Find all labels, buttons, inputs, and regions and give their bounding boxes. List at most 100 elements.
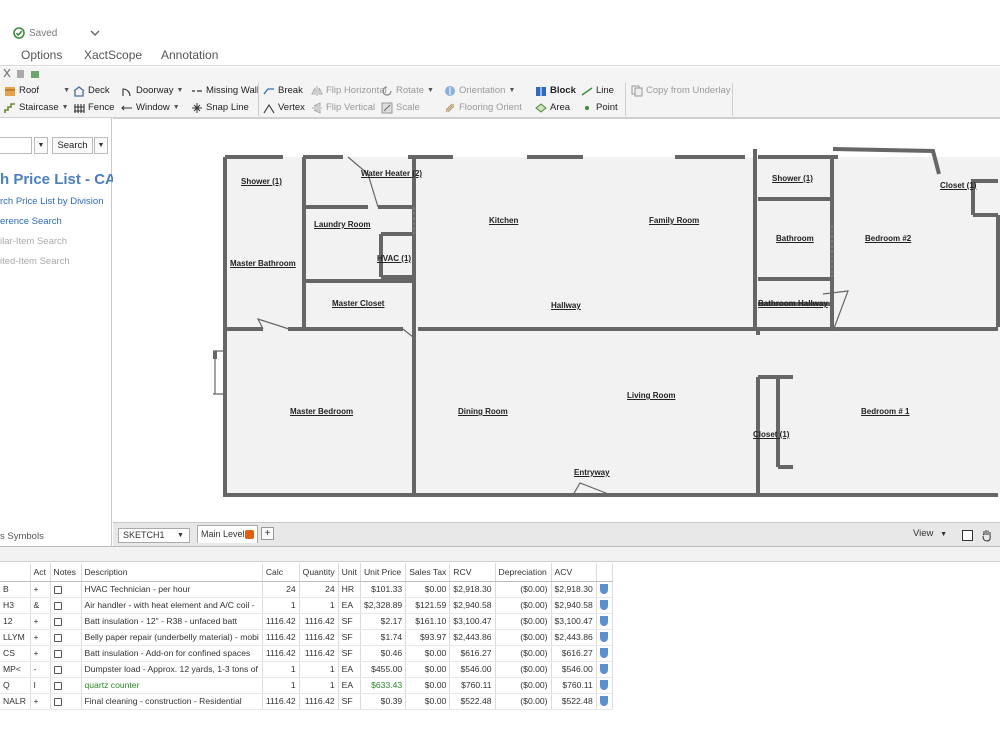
table-cell[interactable]: $760.11	[449, 677, 496, 694]
room-label-water-heater[interactable]: Water Heater (2)	[361, 169, 422, 178]
table-cell[interactable]: +	[30, 645, 51, 662]
table-cell[interactable]: 1116.42	[262, 613, 300, 630]
menu-tab-annotation[interactable]: Annotation	[161, 48, 218, 62]
table-cell[interactable]: $2.17	[360, 613, 407, 630]
table-cell[interactable]: 24	[299, 581, 339, 598]
table-cell[interactable]: $3,100.47	[449, 613, 496, 630]
col-header-description[interactable]: Description	[81, 563, 263, 582]
reference-search-link[interactable]: erence Search	[0, 216, 62, 227]
acv-cell-icon[interactable]	[596, 661, 613, 678]
table-cell[interactable]: $760.11	[551, 677, 597, 694]
notes-cell[interactable]	[50, 677, 82, 694]
table-cell[interactable]: ($0.00)	[495, 645, 552, 662]
table-row[interactable]: Q Iquartz counter 1 1 EA $633.43 $0.00 $760.11(…	[0, 677, 613, 694]
level-tab-main[interactable]: Main Level	[197, 525, 258, 543]
table-cell[interactable]: ($0.00)	[495, 581, 552, 598]
room-label-bathroom[interactable]: Bathroom	[776, 234, 814, 243]
table-cell[interactable]: 1116.42	[262, 645, 300, 662]
table-cell[interactable]: ($0.00)	[495, 613, 552, 630]
room-label-bathroom-hallway[interactable]: Bathroom Hallway	[758, 299, 828, 308]
table-cell[interactable]: CS	[0, 645, 31, 662]
col-header-unit-price[interactable]: Unit Price	[360, 563, 407, 582]
table-cell[interactable]: Batt insulation - Add-on for confined sp…	[81, 645, 263, 662]
rotate-button[interactable]: Rotate ▼	[381, 83, 434, 98]
table-cell[interactable]: $0.00	[405, 677, 451, 694]
col-header-quantity[interactable]: Quantity	[299, 563, 339, 582]
search-options-dropdown[interactable]: ▼	[94, 137, 108, 154]
menu-tab-xactscope[interactable]: XactScope	[84, 48, 142, 62]
table-cell[interactable]: $93.97	[405, 629, 451, 646]
fit-view-icon[interactable]	[962, 530, 973, 541]
table-cell[interactable]: $633.43	[360, 677, 407, 694]
room-label-family[interactable]: Family Room	[649, 216, 699, 225]
table-row[interactable]: H3 & Air handler - with heat element and A…	[0, 597, 613, 614]
notes-icon[interactable]	[53, 665, 62, 674]
quick-access-icons[interactable]	[3, 68, 43, 79]
acv-cell-icon[interactable]	[596, 613, 613, 630]
table-cell[interactable]: SF	[338, 629, 361, 646]
line-button[interactable]: Line	[581, 83, 614, 98]
table-cell[interactable]: Dumpster load - Approx. 12 yards, 1-3 to…	[81, 661, 263, 678]
room-label-entryway[interactable]: Entryway	[574, 468, 610, 477]
table-cell[interactable]: ($0.00)	[495, 597, 552, 614]
table-cell[interactable]: HR	[338, 581, 361, 598]
table-row[interactable]: LLYM + Belly paper repair (underbelly mate…	[0, 629, 613, 646]
col-header-calc[interactable]: Calc	[262, 563, 300, 582]
table-cell[interactable]: $0.39	[360, 693, 407, 710]
table-cell[interactable]: ($0.00)	[495, 661, 552, 678]
table-cell[interactable]: $0.00	[405, 645, 451, 662]
table-cell[interactable]: quartz counter	[81, 677, 263, 694]
table-cell[interactable]: ($0.00)	[495, 677, 552, 694]
table-cell[interactable]: $616.27	[551, 645, 597, 662]
room-label-living[interactable]: Living Room	[627, 391, 675, 400]
table-cell[interactable]: 1	[299, 677, 339, 694]
table-cell[interactable]: LLYM	[0, 629, 31, 646]
orientation-button[interactable]: Orientation ▼	[444, 83, 515, 98]
chevron-down-icon[interactable]	[89, 27, 101, 39]
copy-from-underlay-button[interactable]: Copy from Underlay	[631, 83, 730, 98]
add-level-button[interactable]: +	[261, 527, 274, 540]
col-header-sales-tax[interactable]: Sales Tax	[405, 563, 451, 582]
acv-cell-icon[interactable]	[596, 629, 613, 646]
room-label-hvac[interactable]: HVAC (1)	[377, 254, 411, 263]
close-icon[interactable]	[245, 530, 254, 539]
table-cell[interactable]: 1116.42	[262, 693, 300, 710]
table-cell[interactable]: $0.00	[405, 661, 451, 678]
table-cell[interactable]: Belly paper repair (underbelly material)…	[81, 629, 263, 646]
room-label-hallway[interactable]: Hallway	[551, 301, 581, 310]
notes-icon[interactable]	[53, 633, 62, 642]
table-cell[interactable]: $0.46	[360, 645, 407, 662]
table-cell[interactable]: HVAC Technician - per hour	[81, 581, 263, 598]
room-label-closet-top[interactable]: Closet (1)	[940, 181, 976, 190]
table-cell[interactable]: $2,328.89	[360, 597, 407, 614]
acv-cell-icon[interactable]	[596, 581, 613, 598]
table-cell[interactable]: ($0.00)	[495, 693, 552, 710]
room-label-dining[interactable]: Dining Room	[458, 407, 508, 416]
notes-cell[interactable]	[50, 581, 82, 598]
table-cell[interactable]: $616.27	[449, 645, 496, 662]
table-cell[interactable]: $546.00	[449, 661, 496, 678]
table-cell[interactable]: -	[30, 661, 51, 678]
fence-button[interactable]: Fence	[73, 100, 114, 115]
vertex-button[interactable]: Vertex	[263, 100, 305, 115]
price-list-by-division-link[interactable]: rch Price List by Division	[0, 196, 103, 207]
room-label-master-bedroom[interactable]: Master Bedroom	[290, 407, 353, 416]
room-label-closet-mid[interactable]: Closet (1)	[753, 430, 789, 439]
table-cell[interactable]: $546.00	[551, 661, 597, 678]
search-button[interactable]: Search	[52, 137, 93, 154]
table-cell[interactable]: $2,918.30	[449, 581, 496, 598]
col-header-code[interactable]	[0, 563, 31, 582]
table-cell[interactable]: 1	[299, 661, 339, 678]
notes-icon[interactable]	[53, 681, 62, 690]
staircase-button[interactable]: Staircase ▼	[4, 100, 69, 115]
table-cell[interactable]: $1.74	[360, 629, 407, 646]
table-cell[interactable]: ($0.00)	[495, 629, 552, 646]
flip-vertical-button[interactable]: Flip Vertical	[311, 100, 375, 115]
point-button[interactable]: Point	[581, 100, 618, 115]
table-cell[interactable]: Air handler - with heat element and A/C …	[81, 597, 263, 614]
table-cell[interactable]: $161.10	[405, 613, 451, 630]
table-cell[interactable]: $3,100.47	[551, 613, 597, 630]
table-cell[interactable]: 24	[262, 581, 300, 598]
table-cell[interactable]: $0.00	[405, 693, 451, 710]
table-cell[interactable]: $121.59	[405, 597, 451, 614]
